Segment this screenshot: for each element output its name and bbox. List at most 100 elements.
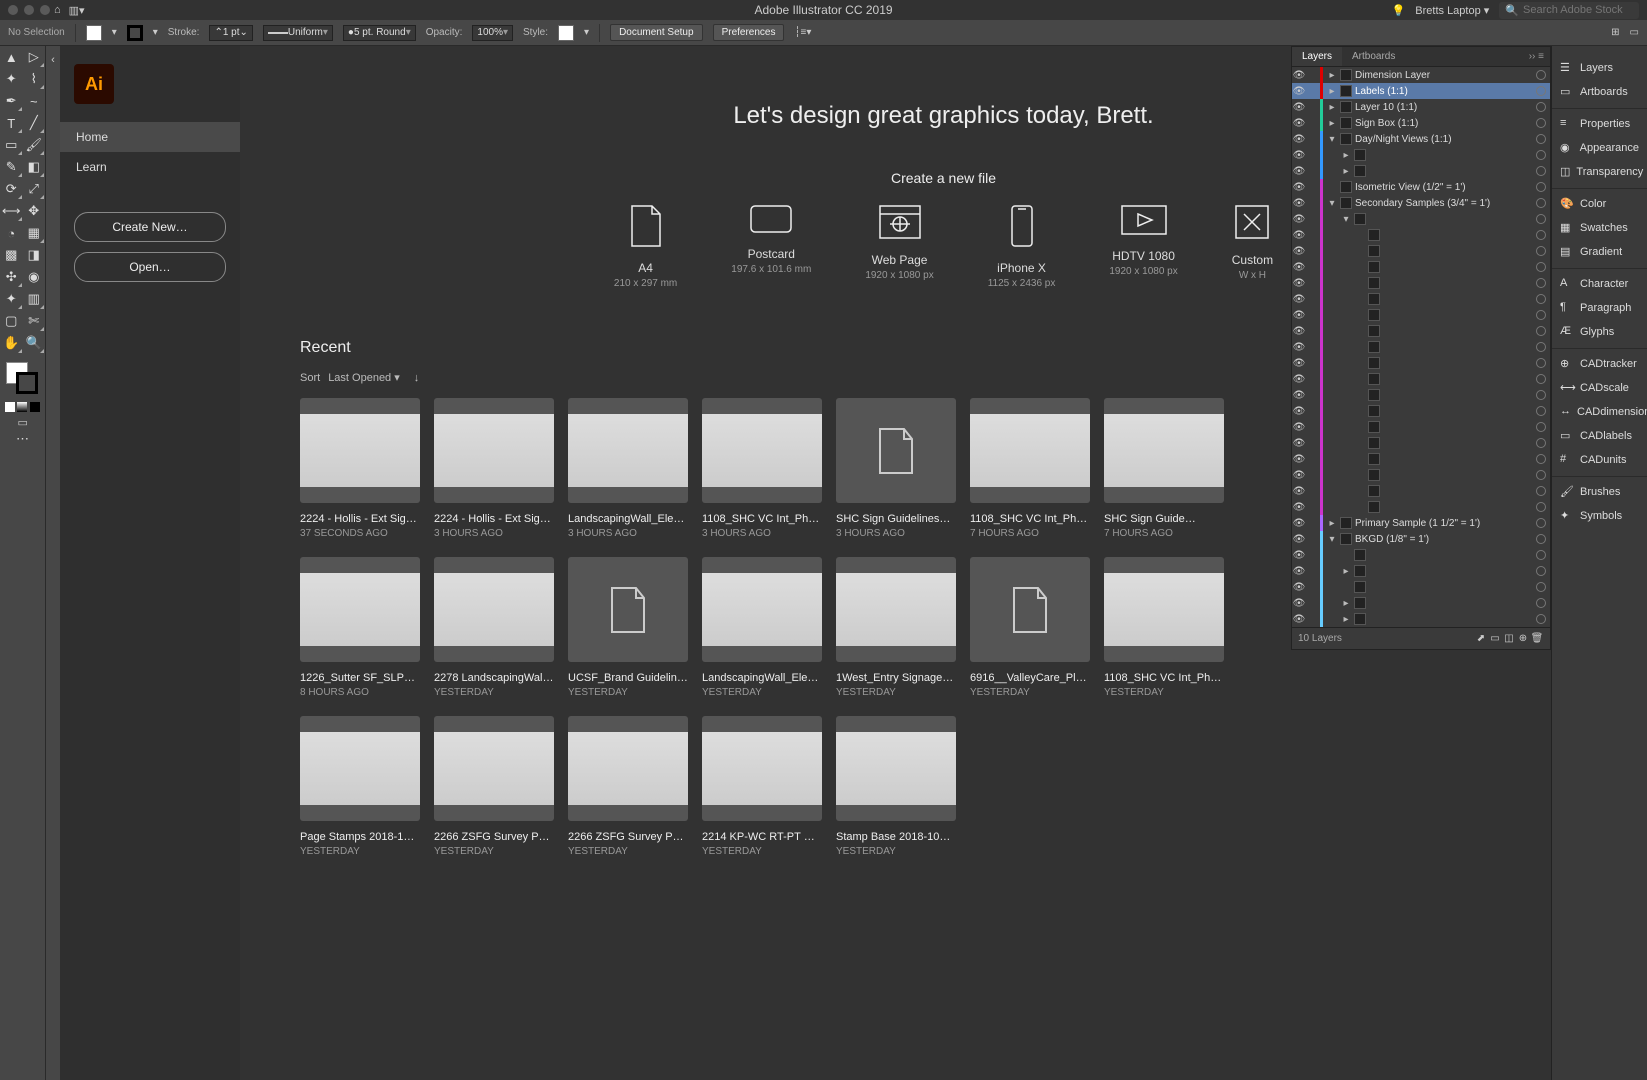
- pen-tool[interactable]: ✒: [0, 90, 23, 112]
- layer-row[interactable]: 👁: [1292, 227, 1550, 243]
- visibility-icon[interactable]: 👁: [1292, 582, 1306, 593]
- layer-row[interactable]: 👁▸: [1292, 163, 1550, 179]
- selection-tool[interactable]: ▲: [0, 46, 23, 68]
- graph-tool[interactable]: ▥: [23, 288, 46, 310]
- target-icon[interactable]: [1536, 102, 1546, 112]
- twisty-icon[interactable]: ▸: [1341, 614, 1351, 625]
- target-icon[interactable]: [1536, 518, 1546, 528]
- visibility-icon[interactable]: 👁: [1292, 614, 1306, 625]
- layer-name[interactable]: Isometric View (1/2" = 1'): [1355, 182, 1536, 193]
- edit-toolbar-icon[interactable]: ⋯: [0, 428, 45, 450]
- layer-row[interactable]: 👁: [1292, 435, 1550, 451]
- sort-dropdown[interactable]: Last Opened: [328, 371, 400, 384]
- preferences-button[interactable]: Preferences: [713, 24, 785, 41]
- target-icon[interactable]: [1536, 406, 1546, 416]
- target-icon[interactable]: [1536, 294, 1546, 304]
- visibility-icon[interactable]: 👁: [1292, 422, 1306, 433]
- recent-file[interactable]: 2278 LandscapingWall_Elevat…YESTERDAY: [434, 557, 554, 698]
- panel-menu-icon[interactable]: ▭: [1630, 27, 1639, 38]
- recent-file[interactable]: UCSF_Brand Guidelines_3.2_…YESTERDAY: [568, 557, 688, 698]
- file-thumbnail[interactable]: [568, 398, 688, 503]
- target-icon[interactable]: [1536, 390, 1546, 400]
- eyedropper-tool[interactable]: ✣: [0, 266, 23, 288]
- document-setup-button[interactable]: Document Setup: [610, 24, 703, 41]
- panel-cadscale[interactable]: ⟷CADscale: [1552, 376, 1647, 400]
- panel-cadlabels[interactable]: ▭CADlabels: [1552, 424, 1647, 448]
- layer-row[interactable]: 👁: [1292, 371, 1550, 387]
- gradient-mode-icon[interactable]: [17, 402, 27, 412]
- visibility-icon[interactable]: 👁: [1292, 598, 1306, 609]
- visibility-icon[interactable]: 👁: [1292, 118, 1306, 129]
- file-thumbnail[interactable]: [836, 398, 956, 503]
- visibility-icon[interactable]: 👁: [1292, 86, 1306, 97]
- shape-builder-tool[interactable]: ◔: [0, 222, 23, 244]
- panel-swatches[interactable]: ▦Swatches: [1552, 216, 1647, 240]
- recent-file[interactable]: 2224 - Hollis - Ext Sign Schem…37 SECOND…: [300, 398, 420, 539]
- delete-layer-icon[interactable]: 🗑: [1530, 633, 1544, 644]
- layer-name[interactable]: Labels (1:1): [1355, 86, 1536, 97]
- recent-file[interactable]: 2214 KP-WC RT-PT Rehab Flo…YESTERDAY: [702, 716, 822, 857]
- file-thumbnail[interactable]: [1104, 398, 1224, 503]
- file-thumbnail[interactable]: [300, 716, 420, 821]
- file-thumbnail[interactable]: [702, 557, 822, 662]
- recent-file[interactable]: Stamp Base 2018-10147-BE.aiYESTERDAY: [836, 716, 956, 857]
- make-clip-icon[interactable]: ▭: [1488, 633, 1502, 644]
- twisty-icon[interactable]: ▾: [1327, 534, 1337, 545]
- fill-swatch[interactable]: [86, 25, 102, 41]
- recent-file[interactable]: 1108_SHC VC Int_Photo Rend…YESTERDAY: [1104, 557, 1224, 698]
- layer-row[interactable]: 👁: [1292, 259, 1550, 275]
- rectangle-tool[interactable]: ▭: [0, 134, 23, 156]
- target-icon[interactable]: [1536, 86, 1546, 96]
- target-icon[interactable]: [1536, 374, 1546, 384]
- free-transform-tool[interactable]: ✥: [23, 200, 46, 222]
- recent-file[interactable]: 1108_SHC VC Int_Photo Rend…7 HOURS AGO: [970, 398, 1090, 539]
- nav-learn[interactable]: Learn: [60, 152, 240, 182]
- layer-row[interactable]: 👁: [1292, 483, 1550, 499]
- target-icon[interactable]: [1536, 310, 1546, 320]
- layer-row[interactable]: 👁: [1292, 323, 1550, 339]
- file-thumbnail[interactable]: [434, 716, 554, 821]
- target-icon[interactable]: [1536, 150, 1546, 160]
- target-icon[interactable]: [1536, 486, 1546, 496]
- preset-custom[interactable]: CustomW x H: [1232, 204, 1273, 289]
- new-sublayer-icon[interactable]: ◫: [1502, 633, 1516, 644]
- home-icon[interactable]: ⌂: [50, 4, 65, 16]
- align-icon[interactable]: ┆≡▾: [794, 27, 811, 38]
- visibility-icon[interactable]: 👁: [1292, 390, 1306, 401]
- layer-name[interactable]: Dimension Layer: [1355, 70, 1536, 81]
- style-swatch[interactable]: [558, 25, 574, 41]
- layer-row[interactable]: 👁: [1292, 339, 1550, 355]
- target-icon[interactable]: [1536, 550, 1546, 560]
- target-icon[interactable]: [1536, 182, 1546, 192]
- layer-row[interactable]: 👁▸Dimension Layer: [1292, 67, 1550, 83]
- layer-row[interactable]: 👁: [1292, 419, 1550, 435]
- target-icon[interactable]: [1536, 534, 1546, 544]
- curvature-tool[interactable]: ~: [23, 90, 46, 112]
- panel-collapse-icon[interactable]: ›› ≡: [1523, 47, 1550, 66]
- search-stock[interactable]: 🔍: [1499, 2, 1639, 19]
- visibility-icon[interactable]: 👁: [1292, 166, 1306, 177]
- recent-file[interactable]: 2266 ZSFG Survey Pages 2018…YESTERDAY: [568, 716, 688, 857]
- layer-row[interactable]: 👁▾Secondary Samples (3/4" = 1'): [1292, 195, 1550, 211]
- visibility-icon[interactable]: 👁: [1292, 342, 1306, 353]
- twisty-icon[interactable]: ▾: [1341, 214, 1351, 225]
- recent-file[interactable]: 1West_Entry Signage Mockup…YESTERDAY: [836, 557, 956, 698]
- file-thumbnail[interactable]: [970, 398, 1090, 503]
- recent-file[interactable]: 1108_SHC VC Int_Photo Rend…3 HOURS AGO: [702, 398, 822, 539]
- workspace-switcher[interactable]: Bretts Laptop ▾: [1415, 4, 1489, 17]
- none-mode-icon[interactable]: [30, 402, 40, 412]
- visibility-icon[interactable]: 👁: [1292, 470, 1306, 481]
- target-icon[interactable]: [1536, 214, 1546, 224]
- panel-character[interactable]: ACharacter: [1552, 268, 1647, 296]
- recent-file[interactable]: SHC Sign Guidelines_2015.09…3 HOURS AGO: [836, 398, 956, 539]
- search-input[interactable]: [1523, 4, 1633, 16]
- magic-wand-tool[interactable]: ✦: [0, 68, 23, 90]
- arrange-icon[interactable]: ▥▾: [65, 4, 89, 17]
- target-icon[interactable]: [1536, 166, 1546, 176]
- layer-name[interactable]: Sign Box (1:1): [1355, 118, 1536, 129]
- stroke-color[interactable]: [16, 372, 38, 394]
- layer-row[interactable]: 👁: [1292, 387, 1550, 403]
- stroke-weight-field[interactable]: ⌃ 1 pt ⌄: [209, 25, 252, 41]
- layer-name[interactable]: BKGD (1/8" = 1'): [1355, 534, 1536, 545]
- visibility-icon[interactable]: 👁: [1292, 246, 1306, 257]
